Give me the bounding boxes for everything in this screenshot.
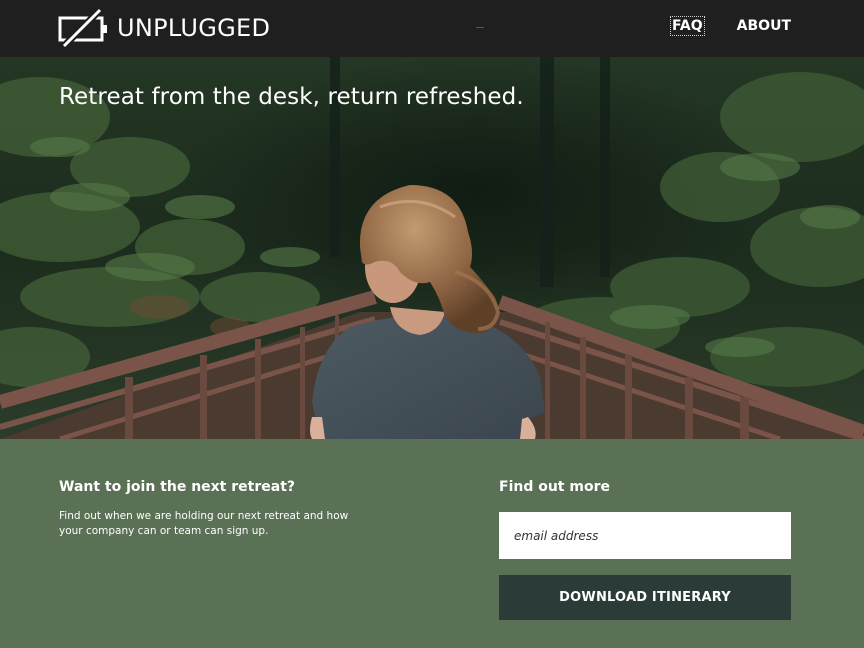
find-out-more-heading: Find out more — [499, 479, 610, 495]
nav-link-about[interactable]: ABOUT — [736, 17, 792, 35]
email-input[interactable] — [499, 512, 791, 559]
main-nav: FAQ ABOUT — [669, 16, 792, 36]
nav-divider — [476, 27, 484, 28]
brand-logo-link[interactable]: UNPLUGGED — [58, 8, 270, 48]
brand-name: UNPLUGGED — [117, 14, 271, 42]
unplugged-battery-icon — [58, 8, 107, 48]
nav-link-faq[interactable]: FAQ — [669, 16, 705, 36]
join-description: Find out when we are holding our next re… — [59, 510, 349, 537]
download-itinerary-button[interactable]: DOWNLOAD ITINERARY — [499, 575, 791, 620]
page: UNPLUGGED FAQ ABOUT Retreat from the des… — [0, 0, 864, 648]
hero-section: Retreat from the desk, return refreshed. — [0, 57, 864, 439]
site-header: UNPLUGGED FAQ ABOUT — [0, 0, 864, 57]
join-heading: Want to join the next retreat? — [59, 479, 296, 495]
signup-section: Want to join the next retreat? Find out … — [0, 439, 864, 648]
hero-title: Retreat from the desk, return refreshed. — [59, 84, 524, 110]
hero-photo — [0, 57, 864, 439]
